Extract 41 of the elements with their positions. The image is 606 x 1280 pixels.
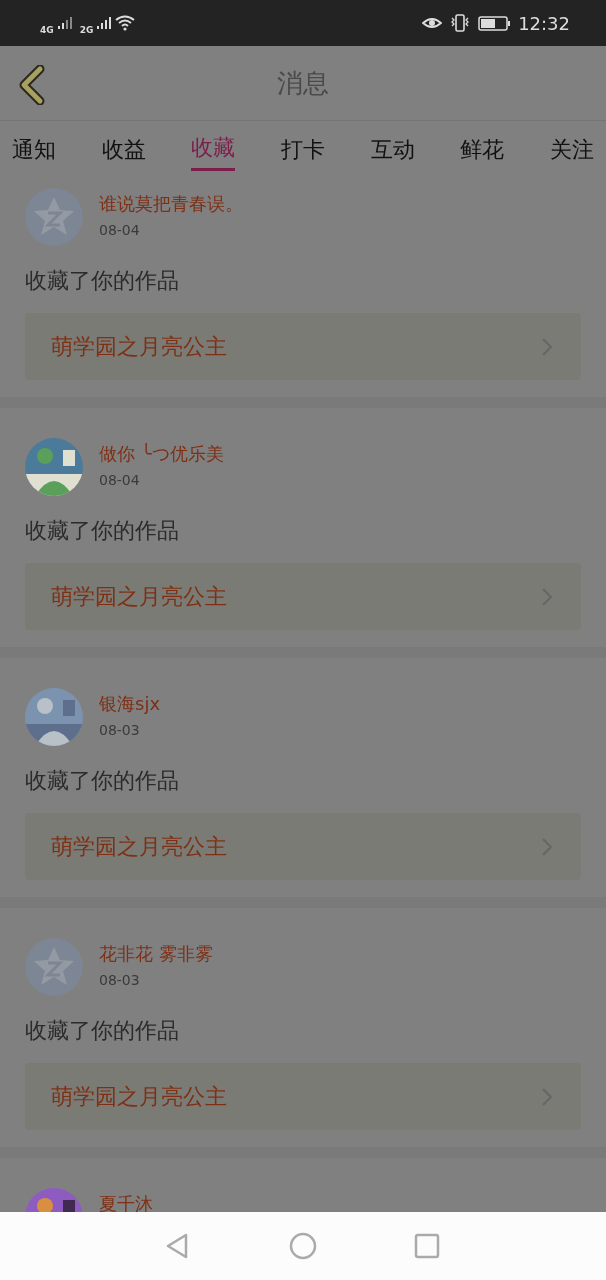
tab[interactable]: 关注 (549, 121, 594, 171)
work-link[interactable]: 萌学园之月亮公主 (25, 1063, 581, 1130)
message-text: 收藏了你的作品 (25, 517, 180, 545)
message-text: 收藏了你的作品 (25, 767, 180, 795)
tab[interactable]: 通知 (12, 121, 56, 171)
clock: 12:32 (518, 11, 570, 36)
signal-icon (97, 17, 112, 29)
tab[interactable]: 收益 (101, 121, 146, 171)
message-date: 08-04 (99, 471, 141, 490)
circle-icon (289, 1232, 317, 1260)
tab[interactable]: 鲜花 (460, 121, 505, 171)
vibrate-icon (450, 14, 471, 32)
message-date: 08-03 (99, 721, 141, 740)
network-label: 4G (40, 25, 54, 35)
battery-icon (478, 15, 511, 31)
home-nav-button[interactable] (289, 1232, 317, 1260)
wifi-icon (115, 15, 136, 31)
avatar-icon (25, 938, 83, 996)
work-link[interactable]: 萌学园之月亮公主 (25, 813, 581, 880)
message-text: 收藏了你的作品 (25, 267, 180, 295)
network-label: 2G (79, 25, 94, 35)
work-link[interactable]: 萌学园之月亮公主 (25, 313, 581, 380)
message-date: 08-04 (99, 221, 141, 240)
recents-nav-button[interactable] (413, 1232, 441, 1260)
message-date: 08-03 (99, 971, 141, 990)
signal-icon (57, 17, 72, 29)
avatar-icon (25, 188, 83, 246)
back-button[interactable] (18, 65, 46, 105)
work-link[interactable]: 萌学园之月亮公主 (25, 563, 581, 630)
user-name[interactable]: 谁说莫把青春误。 (99, 192, 243, 216)
user-name[interactable]: 银海sjx (99, 692, 161, 716)
user-name[interactable]: 做你 ╰つ优乐美 (99, 442, 224, 466)
eye-icon (422, 15, 443, 31)
back-icon (18, 65, 46, 105)
user-name[interactable]: 夏千沐 (99, 1192, 153, 1212)
tab[interactable]: 收藏 (191, 121, 236, 171)
square-icon (413, 1232, 441, 1260)
tab[interactable]: 互动 (370, 121, 415, 171)
user-name[interactable]: 花非花 雾非雾 (99, 942, 213, 966)
tab[interactable]: 打卡 (280, 121, 325, 171)
message-text: 收藏了你的作品 (25, 1017, 180, 1045)
